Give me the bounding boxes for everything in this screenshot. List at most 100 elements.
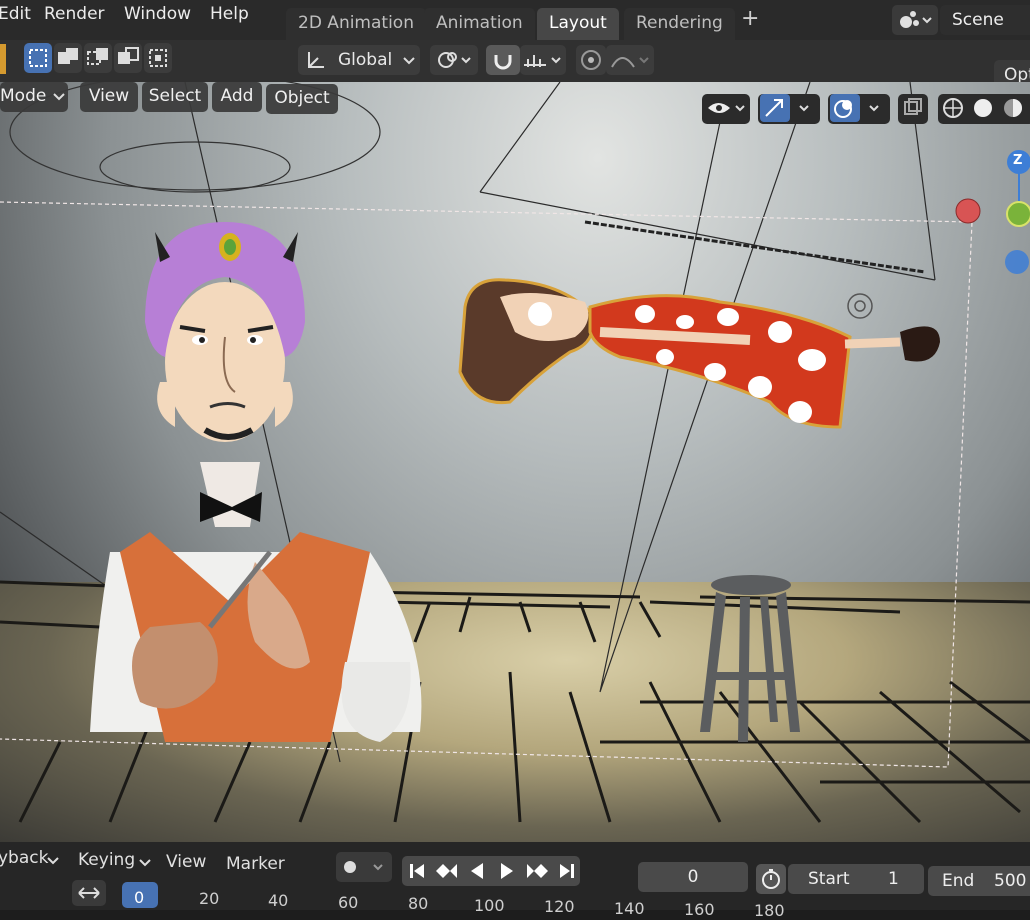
keying-menu[interactable]: Keying xyxy=(78,850,151,870)
chevron-down-icon xyxy=(47,857,59,865)
end-frame-label: End xyxy=(942,871,975,891)
scene-name-field[interactable]: Scene xyxy=(940,5,1030,35)
end-frame-value: 500 xyxy=(994,871,1027,891)
play-reverse-icon[interactable] xyxy=(462,856,492,886)
playback-menu-label: yback xyxy=(0,848,49,868)
ruler-tick-80: 80 xyxy=(408,894,429,913)
preview-range-toggle[interactable] xyxy=(756,864,786,894)
scene-selector-button[interactable] xyxy=(892,5,938,35)
snap-increment-icon xyxy=(524,55,561,67)
timeline-menu-view[interactable]: View xyxy=(166,852,206,872)
jump-to-keyframe-back-icon[interactable] xyxy=(432,856,462,886)
current-frame-field[interactable]: 0 xyxy=(638,862,748,892)
ruler-tick-120: 120 xyxy=(544,897,575,916)
play-icon[interactable] xyxy=(492,856,522,886)
ruler-tick-180: 180 xyxy=(754,901,785,920)
stopwatch-icon xyxy=(762,869,780,889)
xray-toggle-button[interactable] xyxy=(898,94,928,124)
ruler-tick-60: 60 xyxy=(338,893,359,912)
select-invert-icon xyxy=(118,47,139,64)
keying-menu-label: Keying xyxy=(78,850,136,870)
end-frame-field[interactable]: End 500 xyxy=(928,866,1030,896)
playback-menu[interactable]: yback xyxy=(0,848,59,868)
scene-icon xyxy=(900,11,932,28)
menu-edit[interactable]: Edit xyxy=(0,4,31,24)
viewport-menu-add[interactable]: Add xyxy=(212,82,262,112)
ruler-tick-40: 40 xyxy=(268,891,289,910)
playback-controls xyxy=(402,856,580,886)
tab-animation[interactable]: Animation xyxy=(424,8,535,40)
wireframe-sphere-icon[interactable] xyxy=(938,94,968,122)
pivot-link-icon xyxy=(438,52,471,68)
double-arrow-icon xyxy=(78,887,100,899)
visibility-dropdown[interactable] xyxy=(702,94,750,124)
navigation-gizmo[interactable] xyxy=(1000,142,1030,342)
pivot-point-dropdown[interactable] xyxy=(430,45,478,75)
snap-target-dropdown[interactable] xyxy=(520,45,566,75)
proportional-circle-icon xyxy=(581,50,601,70)
auto-keying-button[interactable] xyxy=(336,852,392,882)
gizmo-neg-axis xyxy=(1005,250,1029,274)
menu-help[interactable]: Help xyxy=(210,4,249,24)
select-extend-icon xyxy=(58,48,78,64)
timeline-menu-marker[interactable]: Marker xyxy=(226,854,285,874)
menu-window[interactable]: Window xyxy=(124,4,191,24)
start-frame-label: Start xyxy=(808,869,850,889)
gizmo-z-label: Z xyxy=(1013,153,1023,168)
spot-light-inner-outline xyxy=(99,141,291,193)
viewport-menu-view[interactable]: View xyxy=(80,82,138,112)
material-sphere-icon[interactable] xyxy=(998,94,1028,122)
ruler-tick-20: 20 xyxy=(199,889,220,908)
snap-toggle-button[interactable] xyxy=(486,45,520,75)
select-intersect-icon xyxy=(149,49,167,67)
xray-icon xyxy=(904,98,922,115)
chevron-down-icon xyxy=(139,859,151,867)
3d-viewport[interactable]: Mode View Select Add Object Z xyxy=(0,82,1030,842)
interaction-mode-dropdown[interactable]: Mode xyxy=(0,82,68,112)
levitating-woman-character xyxy=(458,278,940,429)
transform-orientation-value: Global xyxy=(338,50,393,70)
stool-prop xyxy=(700,575,800,742)
select-box-icon xyxy=(29,49,47,67)
add-workspace-button[interactable]: + xyxy=(741,6,759,31)
ruler-tick-140: 140 xyxy=(614,899,645,918)
tab-layout[interactable]: Layout xyxy=(537,8,619,40)
wire-rope xyxy=(584,220,926,274)
scene-illustration xyxy=(0,82,1030,824)
select-new-button[interactable] xyxy=(24,43,52,73)
gizmo-arrows-icon xyxy=(765,99,809,117)
select-extend-button[interactable] xyxy=(54,43,82,73)
select-intersect-button[interactable] xyxy=(144,43,172,73)
select-invert-button[interactable] xyxy=(114,43,142,73)
overlay-circles-icon xyxy=(834,100,879,118)
ruler-tick-0: 0 xyxy=(134,888,145,907)
menu-render[interactable]: Render xyxy=(44,4,105,24)
magician-character xyxy=(90,222,422,742)
orientation-axes-icon xyxy=(308,52,324,68)
gizmo-toggle-dropdown[interactable] xyxy=(758,94,820,124)
top-menubar: Edit Render Window Help 2D Animation Ani… xyxy=(0,0,1030,40)
start-frame-field[interactable]: Start 1 xyxy=(788,864,924,894)
tool-settings-bar: Global Opt xyxy=(0,40,1030,90)
tab-2d-animation[interactable]: 2D Animation xyxy=(286,8,426,40)
proportional-falloff-dropdown[interactable] xyxy=(606,45,654,75)
overlays-dropdown[interactable] xyxy=(828,94,890,124)
tab-rendering[interactable]: Rendering xyxy=(624,8,735,40)
gizmo-y-axis xyxy=(1006,201,1030,227)
select-subtract-icon xyxy=(87,48,108,65)
transform-orientation-dropdown[interactable]: Global xyxy=(298,45,420,75)
jump-to-keyframe-forward-icon[interactable] xyxy=(522,856,552,886)
viewport-menu-object[interactable]: Object xyxy=(266,84,338,114)
light-object-marker xyxy=(847,293,873,319)
proportional-edit-button[interactable] xyxy=(576,45,606,75)
solid-sphere-icon[interactable] xyxy=(968,94,998,122)
jump-to-end-icon[interactable] xyxy=(552,856,582,886)
jump-to-start-icon[interactable] xyxy=(402,856,432,886)
active-tool-marker xyxy=(0,44,6,74)
shading-mode-buttons xyxy=(938,94,1030,124)
select-subtract-button[interactable] xyxy=(84,43,112,73)
magnet-icon xyxy=(494,55,512,70)
viewport-menu-select[interactable]: Select xyxy=(142,82,208,112)
eye-icon xyxy=(708,103,745,113)
frame-range-button[interactable] xyxy=(72,880,106,906)
